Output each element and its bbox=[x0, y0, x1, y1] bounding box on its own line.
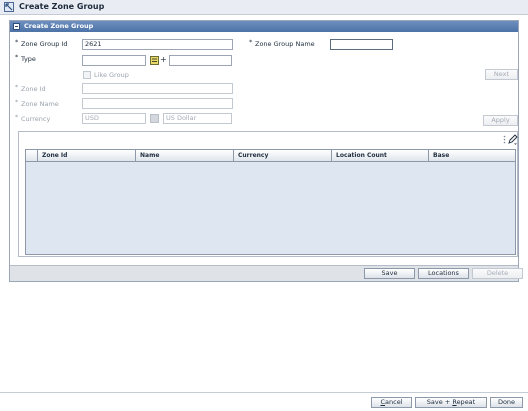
zone-id-field[interactable] bbox=[82, 83, 233, 94]
done-button[interactable]: Done bbox=[490, 397, 523, 408]
like-group-label: Like Group bbox=[94, 71, 129, 79]
drag-handle-icon[interactable] bbox=[503, 135, 506, 144]
edit-pencil-icon[interactable] bbox=[508, 134, 518, 145]
currency-label: Currency bbox=[21, 115, 51, 123]
zone-id-label: Zone Id bbox=[21, 85, 46, 93]
locations-button[interactable]: Locations bbox=[418, 268, 469, 279]
delete-button[interactable]: Delete bbox=[472, 268, 523, 279]
bottom-divider bbox=[0, 392, 528, 393]
grid-header: Zone Id Name Currency Location Count Bas… bbox=[26, 150, 515, 162]
save-button[interactable]: Save bbox=[364, 268, 415, 279]
plus-sign: + bbox=[160, 55, 167, 64]
cancel-label-rest: ancel bbox=[385, 398, 403, 406]
cancel-button[interactable]: Cancel bbox=[371, 397, 412, 408]
column-header-currency[interactable]: Currency bbox=[234, 150, 332, 161]
type-field[interactable] bbox=[82, 55, 146, 66]
panel-title: Create Zone Group bbox=[24, 22, 94, 30]
zones-table-frame: Zone Id Name Currency Location Count Bas… bbox=[18, 131, 518, 257]
type-label: Type bbox=[21, 55, 36, 63]
create-zone-group-panel: Create Zone Group * Zone Group Id 2621 *… bbox=[9, 20, 523, 282]
zone-group-name-label: Zone Group Name bbox=[255, 40, 315, 48]
column-header-name[interactable]: Name bbox=[136, 150, 234, 161]
required-marker: * bbox=[15, 98, 19, 106]
column-header-base[interactable]: Base bbox=[429, 150, 515, 161]
next-button[interactable]: Next bbox=[485, 69, 518, 80]
required-marker: * bbox=[15, 53, 19, 61]
zone-group-name-field[interactable] bbox=[330, 39, 393, 50]
column-header-zone-id[interactable]: Zone Id bbox=[38, 150, 136, 161]
type-description-field[interactable] bbox=[169, 55, 232, 66]
collapse-icon[interactable] bbox=[13, 23, 20, 30]
window-title-bar: Create Zone Group bbox=[0, 0, 528, 15]
table-toolbar bbox=[19, 132, 518, 148]
currency-name-field[interactable]: US Dollar bbox=[163, 113, 232, 124]
required-marker: * bbox=[15, 38, 19, 46]
zone-name-label: Zone Name bbox=[21, 100, 59, 108]
save-repeat-label-rest: epeat bbox=[456, 398, 476, 406]
row-selector-header bbox=[26, 150, 38, 161]
required-marker: * bbox=[15, 83, 19, 91]
zone-group-id-label: Zone Group Id bbox=[21, 40, 68, 48]
window-title: Create Zone Group bbox=[19, 2, 105, 11]
like-group-checkbox[interactable] bbox=[83, 71, 91, 79]
save-repeat-button[interactable]: Save + Repeat bbox=[415, 397, 487, 408]
required-marker: * bbox=[15, 113, 19, 121]
required-marker: * bbox=[249, 38, 253, 46]
currency-lookup-icon[interactable] bbox=[150, 114, 159, 123]
zone-name-field[interactable] bbox=[82, 98, 233, 109]
lookup-icon[interactable] bbox=[150, 56, 159, 65]
apply-button[interactable]: Apply bbox=[483, 115, 518, 126]
window-icon bbox=[4, 2, 14, 12]
zone-group-id-field[interactable]: 2621 bbox=[82, 39, 233, 50]
column-header-location-count[interactable]: Location Count bbox=[332, 150, 429, 161]
save-repeat-label-start: Save + bbox=[426, 398, 453, 406]
zones-grid: Zone Id Name Currency Location Count Bas… bbox=[25, 149, 516, 255]
panel-header: Create Zone Group bbox=[10, 21, 518, 32]
table-action-bar: Save Locations Delete bbox=[10, 265, 523, 281]
currency-code-field[interactable]: USD bbox=[82, 113, 146, 124]
